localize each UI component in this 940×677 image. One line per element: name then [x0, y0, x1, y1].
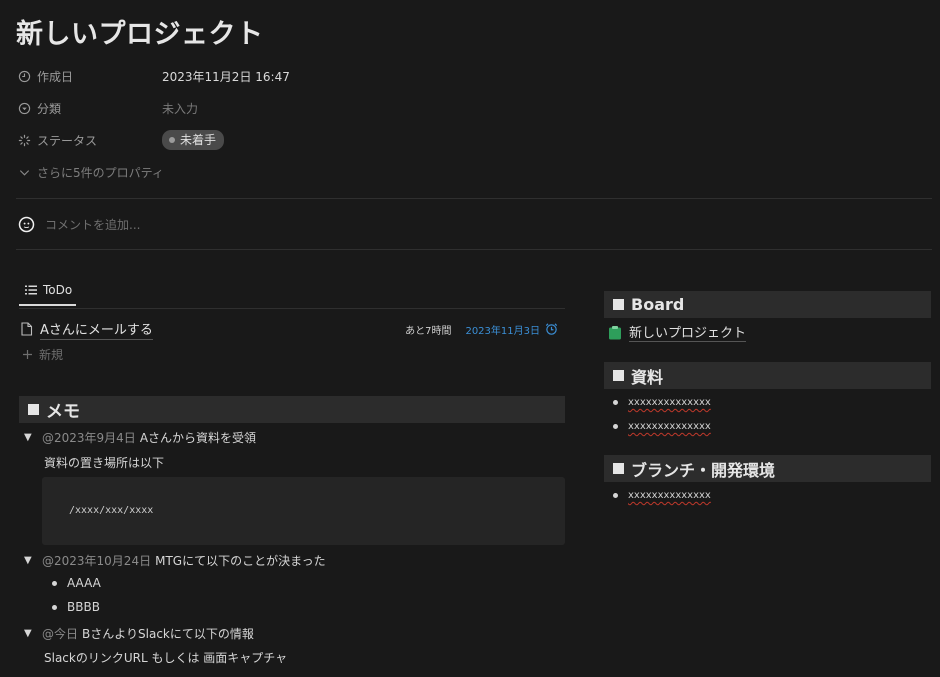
- square-icon: [613, 463, 624, 474]
- memo-toggle-2[interactable]: ▼ @2023年10月24日 MTGにて以下のことが決まった: [24, 552, 326, 569]
- bullet-icon: [52, 604, 57, 610]
- todo-item-meta: あと7時間 2023年11月3日: [405, 322, 565, 337]
- memo-heading[interactable]: メモ: [19, 396, 565, 423]
- more-properties-label: さらに5件のプロパティ: [37, 165, 164, 180]
- more-properties: さらに5件のプロパティ: [18, 164, 164, 181]
- avatar: [18, 216, 35, 233]
- bullet-icon: [613, 400, 618, 405]
- list-item-text: xxxxxxxxxxxxxx: [628, 490, 711, 501]
- memo-entry-text: MTGにて以下のことが決まった: [155, 554, 326, 568]
- memo-entry-text: Aさんから資料を受領: [139, 431, 257, 445]
- memo-body-text: 資料の置き場所は以下: [44, 456, 165, 470]
- tab-todo[interactable]: ToDo: [19, 283, 77, 306]
- list-item: AAAA: [52, 576, 101, 590]
- tab-divider: [19, 308, 565, 309]
- square-icon: [613, 370, 624, 381]
- comment-input[interactable]: コメントを追加...: [45, 216, 140, 233]
- todo-remaining: あと7時間: [405, 325, 452, 337]
- memo-heading-text: メモ: [46, 402, 80, 422]
- page-title[interactable]: 新しいプロジェクト: [16, 12, 264, 51]
- memo-body-text: SlackのリンクURL もしくは 画面キャプチャ: [44, 651, 288, 665]
- property-status-name[interactable]: ステータス: [18, 132, 162, 149]
- todo-item[interactable]: Aさんにメールする あと7時間 2023年11月3日: [20, 318, 565, 340]
- property-category-label: 分類: [37, 101, 62, 116]
- code-block[interactable]: /xxxx/xxx/xxxx: [42, 477, 565, 545]
- branch-heading[interactable]: ブランチ・開発環境: [604, 455, 931, 482]
- add-new-button[interactable]: 新規: [22, 346, 63, 363]
- board-heading-text: Board: [631, 295, 685, 314]
- list-item: xxxxxxxxxxxxxx: [613, 397, 711, 408]
- bullet-icon: [613, 493, 618, 498]
- date-mention[interactable]: @2023年9月4日: [42, 429, 136, 446]
- code-text: /xxxx/xxx/xxxx: [69, 505, 154, 516]
- todo-item-title[interactable]: Aさんにメールする: [40, 319, 153, 340]
- memo-entry-text: BさんよりSlackにて以下の情報: [82, 627, 254, 641]
- square-icon: [613, 299, 624, 310]
- list-icon: [25, 285, 37, 295]
- todo-date-text: 2023年11月3日: [465, 325, 540, 337]
- chevron-down-icon: [19, 169, 30, 176]
- property-created: 作成日 2023年11月2日 16:47: [18, 66, 578, 86]
- status-loader-icon: [18, 134, 31, 146]
- property-category: 分類 未入力: [18, 98, 578, 118]
- clock-icon: [18, 70, 31, 82]
- materials-heading[interactable]: 資料: [604, 362, 931, 389]
- property-created-name[interactable]: 作成日: [18, 68, 162, 85]
- materials-heading-text: 資料: [631, 367, 664, 387]
- status-badge[interactable]: 未着手: [162, 130, 225, 150]
- memo-toggle-3[interactable]: ▼ @今日 BさんよりSlackにて以下の情報: [24, 625, 254, 642]
- list-item-text: xxxxxxxxxxxxxx: [628, 397, 711, 408]
- bullet-icon: [52, 580, 57, 586]
- bullet-icon: [613, 424, 618, 429]
- board-heading[interactable]: Board: [604, 291, 931, 318]
- square-icon: [28, 404, 39, 415]
- date-mention[interactable]: @今日: [42, 625, 78, 642]
- property-status-label: ステータス: [37, 133, 98, 148]
- comment-bar[interactable]: コメントを追加...: [18, 216, 140, 233]
- properties-divider: [16, 198, 932, 199]
- list-item-text: BBBB: [67, 600, 100, 614]
- date-mention[interactable]: @2023年10月24日: [42, 552, 151, 569]
- memo-toggle-1[interactable]: ▼ @2023年9月4日 Aさんから資料を受領: [24, 429, 256, 446]
- alarm-icon: [545, 323, 558, 335]
- todo-date[interactable]: 2023年11月3日: [465, 322, 565, 337]
- property-status: ステータス 未着手: [18, 130, 578, 150]
- property-created-label: 作成日: [37, 69, 74, 84]
- status-badge-text: 未着手: [180, 133, 217, 147]
- list-item: BBBB: [52, 600, 100, 614]
- board-page-link[interactable]: 新しいプロジェクト: [608, 322, 747, 342]
- toggle-arrow-icon[interactable]: ▼: [24, 628, 42, 639]
- select-circle-icon: [18, 102, 31, 114]
- toggle-arrow-icon[interactable]: ▼: [24, 555, 42, 566]
- list-item-text: xxxxxxxxxxxxxx: [628, 421, 711, 432]
- more-properties-toggle[interactable]: さらに5件のプロパティ: [18, 162, 578, 182]
- page-icon: [21, 322, 33, 336]
- toggle-arrow-icon[interactable]: ▼: [24, 432, 42, 443]
- plus-icon: [23, 350, 32, 359]
- branch-heading-text: ブランチ・開発環境: [631, 460, 776, 480]
- list-item: xxxxxxxxxxxxxx: [613, 421, 711, 432]
- status-dot-icon: [169, 136, 175, 143]
- property-category-name[interactable]: 分類: [18, 100, 162, 117]
- board-link-label: 新しいプロジェクト: [629, 322, 747, 342]
- list-item: xxxxxxxxxxxxxx: [613, 490, 711, 501]
- add-new-label: 新規: [39, 348, 64, 362]
- comment-divider: [16, 249, 932, 250]
- list-item-text: AAAA: [67, 576, 101, 590]
- clipboard-icon: [609, 325, 621, 339]
- tab-todo-label: ToDo: [43, 283, 73, 297]
- property-created-value: 2023年11月2日 16:47: [162, 69, 290, 84]
- property-category-value[interactable]: 未入力: [162, 100, 198, 117]
